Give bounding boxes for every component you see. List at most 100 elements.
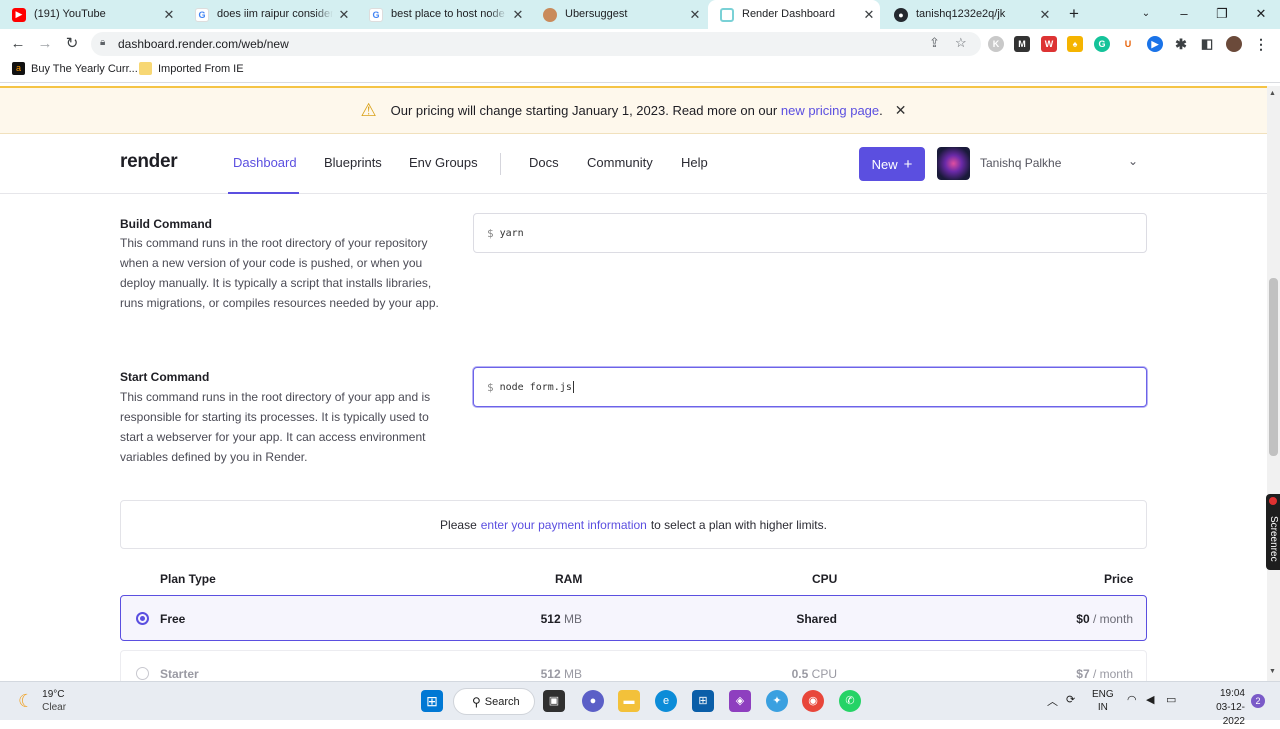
nav-divider xyxy=(500,153,501,175)
nav-blueprints[interactable]: Blueprints xyxy=(324,155,382,170)
prompt-symbol: $ xyxy=(487,380,494,394)
reload-icon[interactable]: ↻ xyxy=(61,33,83,55)
close-icon[interactable]: ✕ xyxy=(507,7,529,23)
google-icon: G xyxy=(195,7,209,22)
cpu-value: 0.5 xyxy=(791,667,809,681)
extension-u-icon[interactable]: U xyxy=(1120,36,1136,52)
bookmark-star-icon[interactable]: ☆ xyxy=(955,35,967,51)
col-header-plan-type: Plan Type xyxy=(160,572,216,586)
windows-start-icon[interactable]: ⊞ xyxy=(421,690,443,712)
close-icon[interactable]: ✕ xyxy=(158,7,180,23)
close-icon[interactable]: ✕ xyxy=(858,7,880,23)
close-window-icon[interactable]: ✕ xyxy=(1242,0,1280,29)
taskbar-search[interactable]: ⚲ Search xyxy=(453,688,535,715)
plan-radio[interactable] xyxy=(136,612,149,625)
whatsapp-icon[interactable]: ✆ xyxy=(839,690,861,712)
price-value: $0 xyxy=(1076,612,1090,626)
plan-row-free[interactable]: Free 512 MB Shared $0 / month xyxy=(120,595,1147,641)
scroll-up-icon[interactable]: ▲ xyxy=(1269,90,1276,97)
payment-info-link[interactable]: enter your payment information xyxy=(481,518,647,532)
chevron-down-icon[interactable]: ⌄ xyxy=(1128,154,1138,168)
close-icon[interactable]: ✕ xyxy=(333,7,355,23)
share-icon[interactable]: ⇪ xyxy=(929,35,940,51)
tray-overflow-icon[interactable]: ︿ xyxy=(1047,693,1058,709)
bookmark-folder[interactable]: Imported From IE xyxy=(139,62,244,75)
extension-m-icon[interactable]: M xyxy=(1014,36,1030,52)
browser-menu-icon[interactable]: ⋮ xyxy=(1253,36,1269,52)
extension-vu-icon[interactable]: W xyxy=(1041,36,1057,52)
new-tab-button[interactable]: + xyxy=(1055,0,1093,29)
screenrec-widget[interactable]: Screenrec xyxy=(1266,494,1280,570)
cpu-unit: CPU xyxy=(811,667,837,681)
plan-ram: 512 MB xyxy=(541,667,582,681)
profile-avatar[interactable] xyxy=(1226,36,1242,52)
plan-row-starter[interactable]: Starter 512 MB 0.5 CPU $7 / month xyxy=(120,650,1147,681)
google-icon: G xyxy=(369,7,383,22)
bookmark-item[interactable]: a Buy The Yearly Curr... xyxy=(12,62,138,75)
scrollbar-thumb[interactable] xyxy=(1269,278,1278,456)
weather-desc: Clear xyxy=(42,702,67,713)
render-logo[interactable]: render xyxy=(120,151,178,173)
nav-help[interactable]: Help xyxy=(681,155,708,170)
app-icon-2[interactable]: ✦ xyxy=(766,690,788,712)
language-indicator[interactable]: ENG IN xyxy=(1092,688,1114,714)
close-icon[interactable]: ✕ xyxy=(1034,7,1056,23)
back-icon[interactable]: ← xyxy=(7,33,29,55)
tab-github[interactable]: ● tanishq1232e2q/jk ✕ xyxy=(882,0,1056,29)
forward-icon[interactable]: → xyxy=(34,33,56,55)
nav-community[interactable]: Community xyxy=(587,155,653,170)
chrome-icon[interactable]: ◉ xyxy=(802,690,824,712)
grammarly-icon[interactable]: G xyxy=(1094,36,1110,52)
folder-icon xyxy=(139,62,152,75)
weather-temp: 19°C xyxy=(42,689,65,700)
tab-search-icon[interactable]: ⌄ xyxy=(1127,0,1165,29)
nav-docs[interactable]: Docs xyxy=(529,155,559,170)
tab-render-dashboard[interactable]: Render Dashboard ✕ xyxy=(708,0,880,29)
payment-text-end: to select a plan with higher limits. xyxy=(650,517,827,532)
render-icon xyxy=(720,7,734,22)
extension-bell-icon[interactable]: ♠ xyxy=(1067,36,1083,52)
tab-google-node[interactable]: G best place to host node js a ✕ xyxy=(357,0,529,29)
wifi-icon[interactable]: ◠ xyxy=(1127,693,1137,706)
scroll-down-icon[interactable]: ▼ xyxy=(1269,668,1276,675)
clock[interactable]: 19:04 03-12-2022 xyxy=(1205,687,1245,729)
notification-badge[interactable]: 2 xyxy=(1251,694,1265,708)
update-icon[interactable]: ⟳ xyxy=(1066,693,1075,706)
new-button[interactable]: New + xyxy=(859,147,925,181)
edge-icon[interactable]: e xyxy=(655,690,677,712)
file-explorer-icon[interactable]: ▬ xyxy=(618,690,640,712)
teams-chat-icon[interactable]: ● xyxy=(582,690,604,712)
col-header-ram: RAM xyxy=(555,572,583,586)
battery-icon[interactable]: ▭ xyxy=(1166,693,1176,706)
extension-play-icon[interactable]: ▶ xyxy=(1147,36,1163,52)
text-cursor xyxy=(572,381,574,393)
start-command-description: This command runs in the root directory … xyxy=(120,390,431,464)
side-panel-icon[interactable]: ◧ xyxy=(1199,36,1215,52)
maximize-icon[interactable]: ❐ xyxy=(1203,0,1241,29)
close-icon[interactable]: ✕ xyxy=(895,102,907,119)
build-command-input[interactable]: $ yarn xyxy=(473,213,1147,253)
nav-env-groups[interactable]: Env Groups xyxy=(409,155,478,170)
plan-radio[interactable] xyxy=(136,667,149,680)
task-view-icon[interactable]: ▣ xyxy=(543,690,565,712)
minimize-icon[interactable]: – xyxy=(1165,0,1203,29)
nav-dashboard[interactable]: Dashboard xyxy=(233,155,297,170)
store-icon[interactable]: ⊞ xyxy=(692,690,714,712)
user-avatar[interactable] xyxy=(937,147,970,180)
app-icon[interactable]: ◈ xyxy=(729,690,751,712)
new-pricing-link[interactable]: new pricing page xyxy=(781,103,879,118)
render-page: ⚠ Our pricing will change starting Janua… xyxy=(0,86,1267,681)
weather-widget[interactable]: ☾ 19°C Clear xyxy=(18,688,66,714)
price-unit: / month xyxy=(1092,612,1133,626)
tab-youtube[interactable]: ▶ (191) YouTube ✕ xyxy=(0,0,180,29)
extension-k-icon[interactable]: K xyxy=(988,36,1004,52)
volume-icon[interactable]: ◀ xyxy=(1146,693,1154,706)
tab-ubersuggest[interactable]: Ubersuggest ✕ xyxy=(531,0,706,29)
extensions-puzzle-icon[interactable]: ✱ xyxy=(1173,36,1189,52)
start-command-input[interactable]: $ node form.js xyxy=(473,367,1147,407)
url-field[interactable]: 🔒︎ dashboard.render.com/web/new ⇪ ☆ xyxy=(91,32,981,56)
user-name[interactable]: Tanishq Palkhe xyxy=(980,156,1061,170)
tab-google-iim[interactable]: G does iim raipur consider gr ✕ xyxy=(183,0,355,29)
ram-unit: MB xyxy=(564,612,582,626)
close-icon[interactable]: ✕ xyxy=(684,7,706,23)
